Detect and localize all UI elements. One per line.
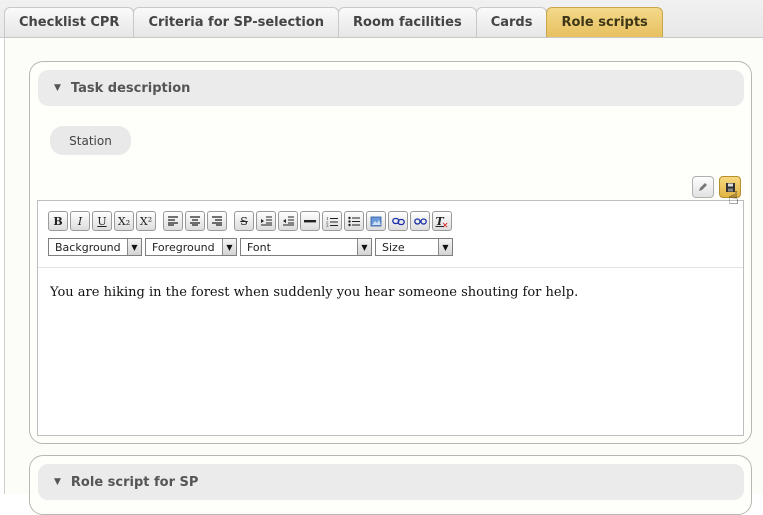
align-right-button[interactable] — [207, 211, 227, 231]
role-script-section: ▼ Role script for SP — [29, 455, 752, 515]
remove-format-label: T — [435, 214, 444, 228]
tab-criteria-sp-selection[interactable]: Criteria for SP-selection — [133, 7, 340, 37]
dropdown-arrow-icon: ▼ — [222, 239, 236, 255]
underline-label: U — [97, 214, 107, 228]
tab-list: Checklist CPR Criteria for SP-selection … — [4, 7, 663, 37]
task-description-section: ▼ Task description Station B I U X₂ X² S… — [29, 61, 752, 444]
dropdown-arrow-icon: ▼ — [357, 239, 371, 255]
section-title: Task description — [70, 80, 191, 96]
align-right-icon — [212, 216, 222, 226]
editor-content-area[interactable]: You are hiking in the forest when sudden… — [50, 285, 730, 300]
task-description-header[interactable]: ▼ Task description — [38, 70, 744, 106]
align-left-icon — [168, 216, 178, 226]
ordered-list-icon: 123 — [326, 216, 338, 227]
format-select-row: Background ▼ Foreground ▼ Font ▼ Size ▼ — [48, 238, 453, 256]
unlink-icon — [413, 217, 427, 225]
foreground-select-value: Foreground — [152, 240, 215, 254]
floppy-disk-icon — [725, 182, 735, 192]
outdent-icon — [282, 216, 294, 226]
align-center-button[interactable] — [185, 211, 205, 231]
dropdown-arrow-icon: ▼ — [438, 239, 452, 255]
bold-label: B — [53, 214, 63, 228]
italic-button[interactable]: I — [70, 211, 90, 231]
remove-format-button[interactable]: T ✕ — [432, 211, 452, 231]
unordered-list-button[interactable] — [344, 211, 364, 231]
insert-image-button[interactable] — [366, 211, 386, 231]
font-select[interactable]: Font ▼ — [240, 238, 372, 256]
bold-button[interactable]: B — [48, 211, 68, 231]
editor-toolbar: B I U X₂ X² S 1 2 3 T ✕ Background ▼ For… — [38, 201, 743, 268]
pencil-icon — [699, 183, 707, 191]
tab-room-facilities[interactable]: Room facilities — [338, 7, 477, 37]
role-script-header[interactable]: ▼ Role script for SP — [38, 464, 744, 500]
outdent-button[interactable] — [278, 211, 298, 231]
image-icon — [370, 216, 382, 226]
font-select-value: Font — [247, 240, 271, 254]
save-button[interactable] — [719, 176, 741, 198]
indent-icon — [260, 216, 272, 226]
tab-bar: Checklist CPR Criteria for SP-selection … — [0, 0, 763, 37]
edit-button[interactable] — [692, 176, 714, 198]
caret-down-icon: ▼ — [54, 83, 61, 93]
background-select-value: Background — [55, 240, 121, 254]
toolbar-row: B I U X₂ X² S 1 2 3 T ✕ — [48, 211, 452, 231]
italic-label: I — [77, 214, 83, 228]
section-title: Role script for SP — [70, 474, 199, 490]
underline-button[interactable]: U — [92, 211, 112, 231]
horizontal-rule-icon — [304, 220, 316, 223]
foreground-select[interactable]: Foreground ▼ — [145, 238, 237, 256]
superscript-button[interactable]: X² — [136, 211, 156, 231]
editor-text: You are hiking in the forest when sudden… — [50, 285, 579, 300]
unordered-list-icon — [348, 216, 360, 226]
subscript-label: X₂ — [117, 214, 131, 228]
caret-down-icon: ▼ — [54, 477, 61, 487]
size-select[interactable]: Size ▼ — [375, 238, 453, 256]
svg-text:3: 3 — [326, 223, 329, 227]
align-left-button[interactable] — [163, 211, 183, 231]
remove-link-button[interactable] — [410, 211, 430, 231]
insert-link-button[interactable] — [388, 211, 408, 231]
superscript-label: X² — [139, 214, 153, 228]
tab-checklist-cpr[interactable]: Checklist CPR — [4, 7, 135, 37]
horizontal-rule-button[interactable] — [300, 211, 320, 231]
strikethrough-button[interactable]: S — [234, 211, 254, 231]
dropdown-arrow-icon: ▼ — [127, 239, 141, 255]
align-center-icon — [190, 216, 200, 226]
strike-label: S — [240, 214, 248, 228]
ordered-list-button[interactable]: 123 — [322, 211, 342, 231]
indent-button[interactable] — [256, 211, 276, 231]
link-icon — [391, 217, 405, 225]
station-pill[interactable]: Station — [50, 126, 131, 155]
tab-role-scripts[interactable]: Role scripts — [546, 7, 663, 37]
subscript-button[interactable]: X₂ — [114, 211, 134, 231]
tab-cards[interactable]: Cards — [475, 7, 548, 37]
size-select-value: Size — [382, 240, 405, 254]
background-select[interactable]: Background ▼ — [48, 238, 142, 256]
rich-text-editor: B I U X₂ X² S 1 2 3 T ✕ Background ▼ For… — [37, 200, 744, 436]
